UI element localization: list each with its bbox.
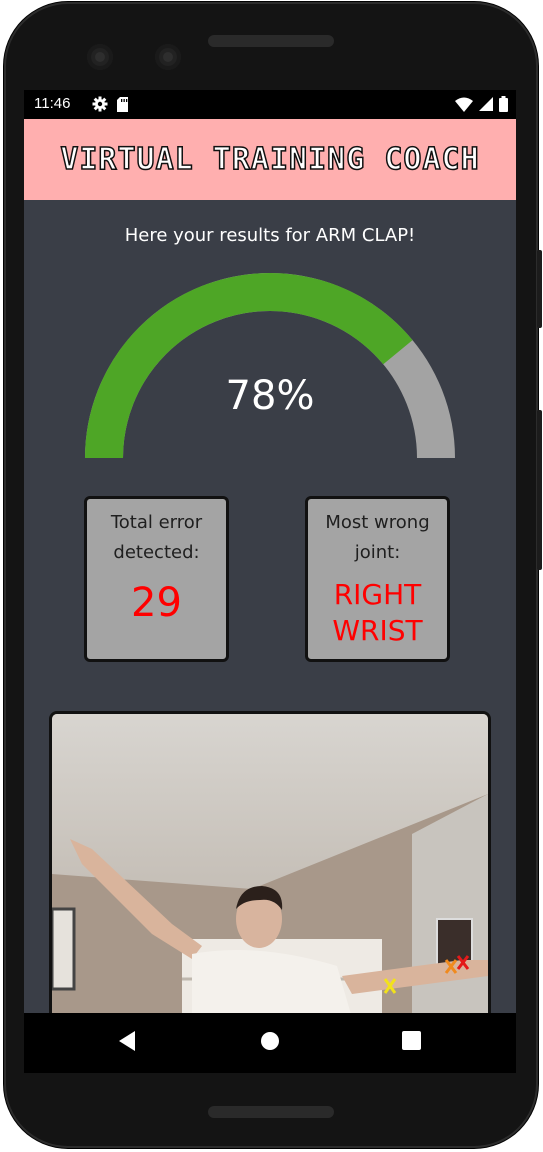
status-bar: 11:46 xyxy=(24,90,516,119)
android-nav-bar xyxy=(24,1013,516,1073)
front-camera-icon xyxy=(87,44,113,70)
app-title: Virtual Training Coach xyxy=(60,141,480,178)
error-count-value: 29 xyxy=(131,580,182,626)
settings-icon xyxy=(92,96,108,112)
status-time: 11:46 xyxy=(34,95,71,112)
wifi-icon xyxy=(455,97,473,112)
front-sensor-icon xyxy=(155,44,181,70)
results-intro-text: Here your results for ARM CLAP! xyxy=(124,225,416,246)
error-count-card: Total error detected: 29 xyxy=(84,496,229,662)
power-button xyxy=(537,250,542,328)
battery-icon xyxy=(499,96,508,112)
wrong-joint-value: RIGHT WRIST xyxy=(332,578,423,647)
exercise-video-player[interactable] xyxy=(49,711,491,1013)
app-header: Virtual Training Coach xyxy=(24,119,516,200)
earpiece-speaker xyxy=(208,35,334,47)
wrong-joint-card: Most wrong joint: RIGHT WRIST xyxy=(305,496,450,662)
cell-signal-icon xyxy=(479,97,493,111)
bottom-speaker xyxy=(208,1106,334,1118)
error-count-label: Total error detected: xyxy=(110,512,203,563)
recents-square-icon[interactable] xyxy=(402,1031,421,1050)
home-circle-icon[interactable] xyxy=(260,1031,280,1051)
score-gauge xyxy=(85,273,455,459)
app-screen: 11:46 VIRTUAL TRAINING COACH Here your r… xyxy=(24,90,516,1013)
wrong-joint-label: Most wrong joint: xyxy=(325,512,430,563)
volume-button xyxy=(537,410,542,570)
score-percentage: 78% xyxy=(225,373,315,419)
sd-card-icon xyxy=(117,96,128,112)
back-triangle-icon[interactable] xyxy=(119,1031,135,1051)
video-frame-illustration xyxy=(52,714,488,1013)
